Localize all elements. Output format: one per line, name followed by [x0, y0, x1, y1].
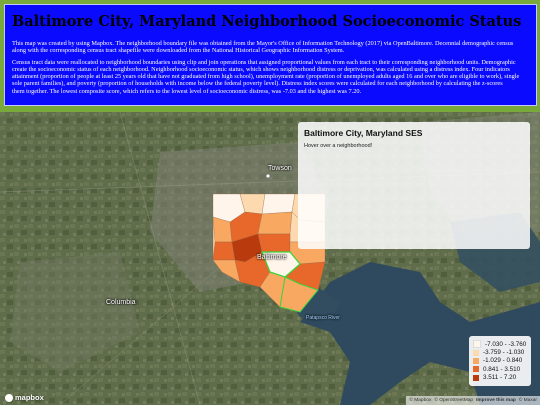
legend-swatch [473, 366, 479, 373]
legend-swatch [473, 349, 479, 356]
map-attribution: © Mapbox © OpenStreetMap Improve this ma… [406, 396, 540, 405]
place-label-towson: Towson [268, 165, 292, 172]
mapbox-logo-text: mapbox [15, 393, 44, 402]
legend-item: 0.841 - 3.510 [473, 365, 527, 373]
legend-label: 3.511 - 7.20 [483, 374, 517, 382]
page-title: Baltimore City, Maryland Neighborhood So… [12, 13, 522, 30]
description-line: along with the corresponding census trac… [12, 47, 345, 55]
improve-map-link[interactable]: Improve this map [476, 398, 516, 403]
legend-label: -3.759 - -1.030 [483, 349, 525, 357]
legend-label: -1.029 - 0.840 [483, 357, 523, 365]
legend-swatch [473, 340, 481, 349]
neighborhood-polygon[interactable] [261, 193, 296, 215]
legend-item: -1.029 - 0.840 [473, 357, 527, 365]
header-content: Baltimore City, Maryland Neighborhood So… [4, 4, 537, 106]
description-line: This map was created by using Mapbox. Th… [12, 40, 514, 47]
attribution-mapbox-link[interactable]: © Mapbox [409, 398, 431, 403]
neighborhood-polygon[interactable] [257, 233, 291, 253]
info-panel-hint: Hover over a neighborhood! [304, 143, 373, 149]
legend-item: 3.511 - 7.20 [473, 374, 527, 382]
legend-item: -7.030 - -3.760 [473, 340, 527, 349]
methods-line: create the socioeconomic status of each … [12, 65, 510, 73]
methods-line: them together. The lowest composite scor… [12, 87, 362, 95]
methods-paragraph: Census tract data were reallocated to ne… [12, 59, 530, 95]
methods-line: Census tract data were reallocated to ne… [12, 58, 516, 66]
methods-line: sole parent families), and poverty (prop… [12, 80, 503, 88]
legend-label: -7.030 - -3.760 [485, 340, 527, 348]
attribution-maxar-link[interactable]: © Maxar [519, 398, 537, 403]
mapbox-logo-icon [5, 393, 13, 402]
map-canvas[interactable]: Towson Baltimore Columbia Patapsco River… [0, 112, 540, 405]
legend-swatch [473, 374, 479, 381]
methods-line: attainment (proportion of people at leas… [12, 73, 520, 81]
map-marker-icon[interactable] [265, 173, 271, 179]
neighborhood-polygon[interactable] [257, 211, 293, 235]
header-banner: Baltimore City, Maryland Neighborhood So… [0, 0, 540, 112]
legend: -7.030 - -3.760 -3.759 - -1.030 -1.029 -… [469, 336, 531, 386]
info-panel-title: Baltimore City, Maryland SES [304, 128, 423, 138]
place-label-columbia: Columbia [106, 299, 136, 306]
legend-label: 0.841 - 3.510 [483, 365, 521, 373]
place-label-patapsco-river: Patapsco River [306, 315, 340, 321]
mapbox-logo[interactable]: mapbox [5, 393, 44, 402]
description-paragraph: This map was created by using Mapbox. Th… [12, 40, 530, 55]
legend-item: -3.759 - -1.030 [473, 348, 527, 356]
info-panel: Baltimore City, Maryland SES Hover over … [298, 122, 530, 249]
legend-swatch [473, 357, 479, 364]
attribution-osm-link[interactable]: © OpenStreetMap [434, 398, 473, 403]
place-label-baltimore: Baltimore [257, 254, 287, 261]
neighborhood-polygon[interactable] [212, 241, 236, 261]
